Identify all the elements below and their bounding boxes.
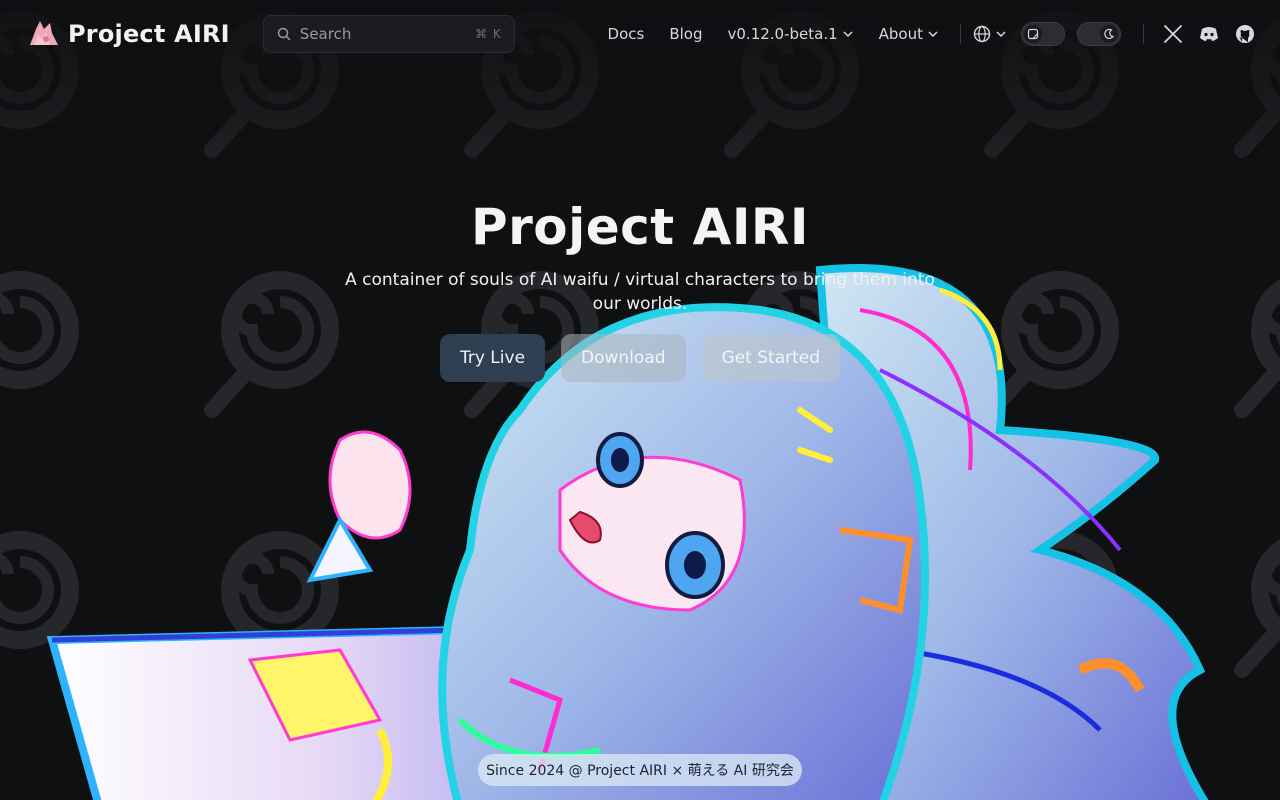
brand-title: Project AIRI [68,20,230,48]
sticker-toggle[interactable] [1021,22,1065,46]
version-label: v0.12.0-beta.1 [727,25,838,43]
download-button[interactable]: Download [561,334,686,382]
footer-note: Since 2024 @ Project AIRI × 萌える AI 研究会 [478,754,802,786]
search-shortcut: ⌘ K [475,27,502,41]
moon-icon [1104,28,1115,39]
theme-toggle-knob [1100,25,1118,43]
search-icon [277,27,291,41]
nav-docs-link[interactable]: Docs [608,25,645,43]
hero-buttons: Try Live Download Get Started [0,334,1280,382]
x-icon[interactable] [1162,23,1184,45]
search-placeholder: Search [299,25,352,43]
language-dropdown[interactable] [973,25,1007,43]
chevron-down-icon [928,31,938,38]
chevron-down-icon [843,31,853,38]
social-links [1162,23,1256,45]
top-nav: Docs Blog v0.12.0-beta.1 About [608,22,1256,46]
globe-icon [973,25,991,43]
airi-logo-icon [30,21,58,45]
theme-toggle[interactable] [1077,22,1121,46]
social-divider [1143,24,1144,44]
brand-link[interactable]: Project AIRI [26,17,230,51]
nav-blog-link[interactable]: Blog [669,25,702,43]
about-label: About [878,25,923,43]
github-icon[interactable] [1234,23,1256,45]
sticker-icon [1027,28,1039,40]
try-live-button[interactable]: Try Live [439,334,546,382]
nav-divider [960,24,961,44]
get-started-button[interactable]: Get Started [701,334,841,382]
hero-section: Project AIRI A container of souls of AI … [0,198,1280,382]
search-input[interactable]: Search ⌘ K [262,15,515,53]
hero-subtitle: A container of souls of AI waifu / virtu… [345,270,935,314]
nav-version-dropdown[interactable]: v0.12.0-beta.1 [728,25,854,43]
sticker-toggle-knob [1024,25,1042,43]
hero-title: Project AIRI [470,198,810,256]
nav-about-dropdown[interactable]: About [879,25,939,43]
site-header: Project AIRI Search ⌘ K Docs Blog v0.12.… [0,0,1280,68]
discord-icon[interactable] [1198,23,1220,45]
chevron-down-icon [996,31,1006,38]
